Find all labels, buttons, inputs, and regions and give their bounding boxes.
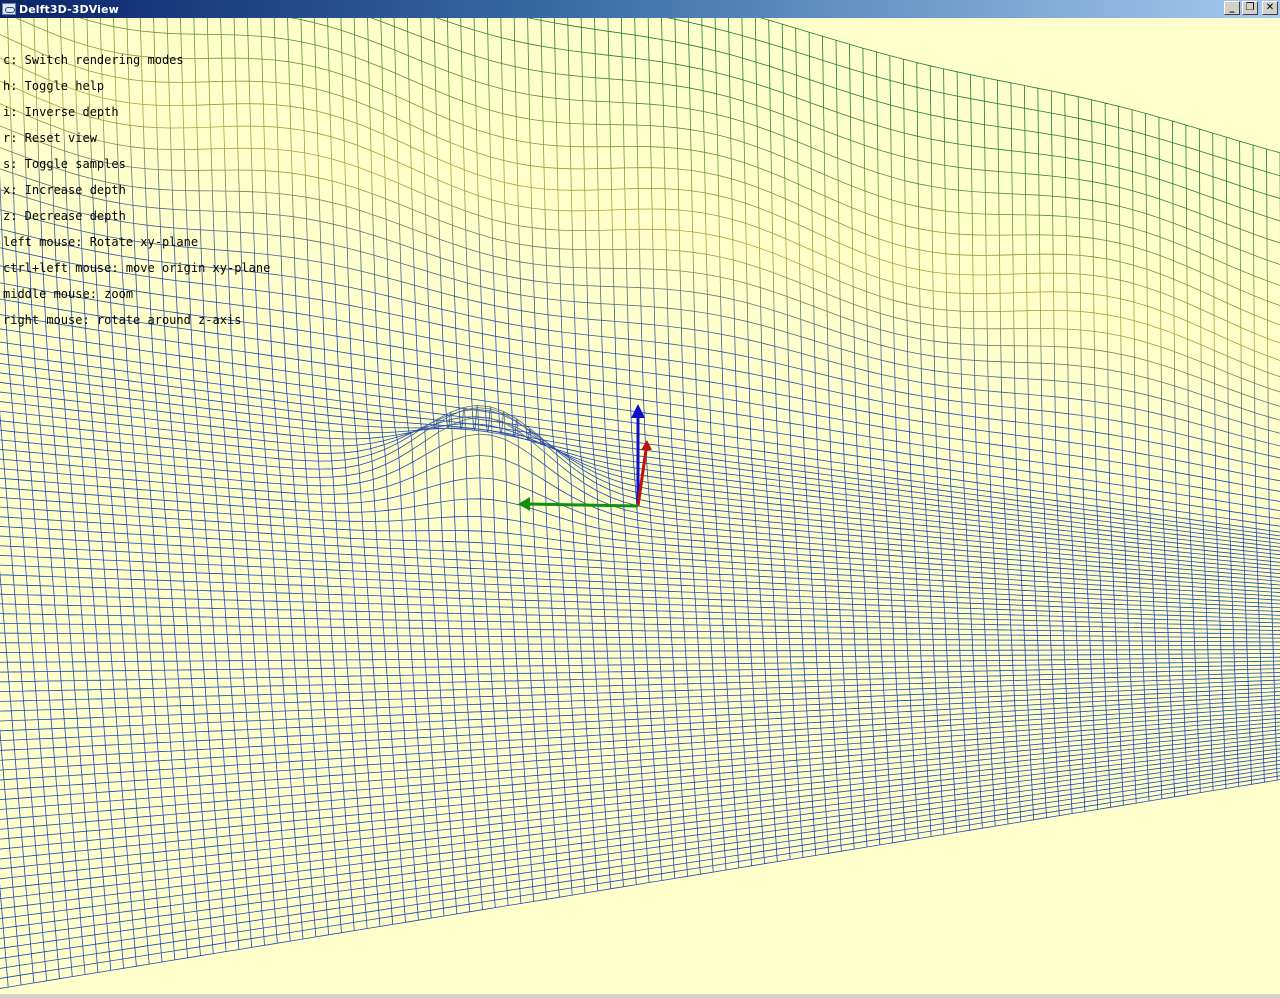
- z-axis-arrowhead: [631, 404, 645, 418]
- help-line: x: Increase depth: [3, 183, 126, 197]
- close-button[interactable]: ✕: [1262, 1, 1278, 15]
- help-line: right mouse: rotate around z-axis: [3, 313, 242, 327]
- help-line: middle mouse: zoom: [3, 287, 134, 301]
- y-axis: [527, 502, 639, 508]
- help-line: c: Switch rendering modes: [3, 53, 184, 67]
- window-bottom-edge: [0, 994, 1280, 998]
- window-controls: _ ❐ ✕: [1224, 1, 1278, 15]
- title-bar[interactable]: Delft3D-3DView _ ❐ ✕: [0, 0, 1280, 18]
- help-line: i: Inverse depth: [3, 105, 119, 119]
- y-axis-arrowhead: [518, 497, 530, 511]
- help-line: z: Decrease depth: [3, 209, 126, 223]
- help-overlay: c: Switch rendering modes h: Toggle help i…: [3, 52, 270, 338]
- help-line: left mouse: Rotate xy-plane: [3, 235, 199, 249]
- app-icon[interactable]: [2, 3, 16, 15]
- help-line: ctrl+left mouse: move origin xy-plane: [3, 261, 271, 275]
- minimize-button[interactable]: _: [1224, 1, 1240, 15]
- help-line: s: Toggle samples: [3, 157, 126, 171]
- restore-button[interactable]: ❐: [1242, 1, 1258, 15]
- x-axis-arrowhead: [641, 440, 652, 450]
- help-line: h: Toggle help: [3, 79, 105, 93]
- window-title: Delft3D-3DView: [19, 2, 119, 16]
- 3d-viewport[interactable]: c: Switch rendering modes h: Toggle help i…: [0, 18, 1280, 994]
- help-line: r: Reset view: [3, 131, 97, 145]
